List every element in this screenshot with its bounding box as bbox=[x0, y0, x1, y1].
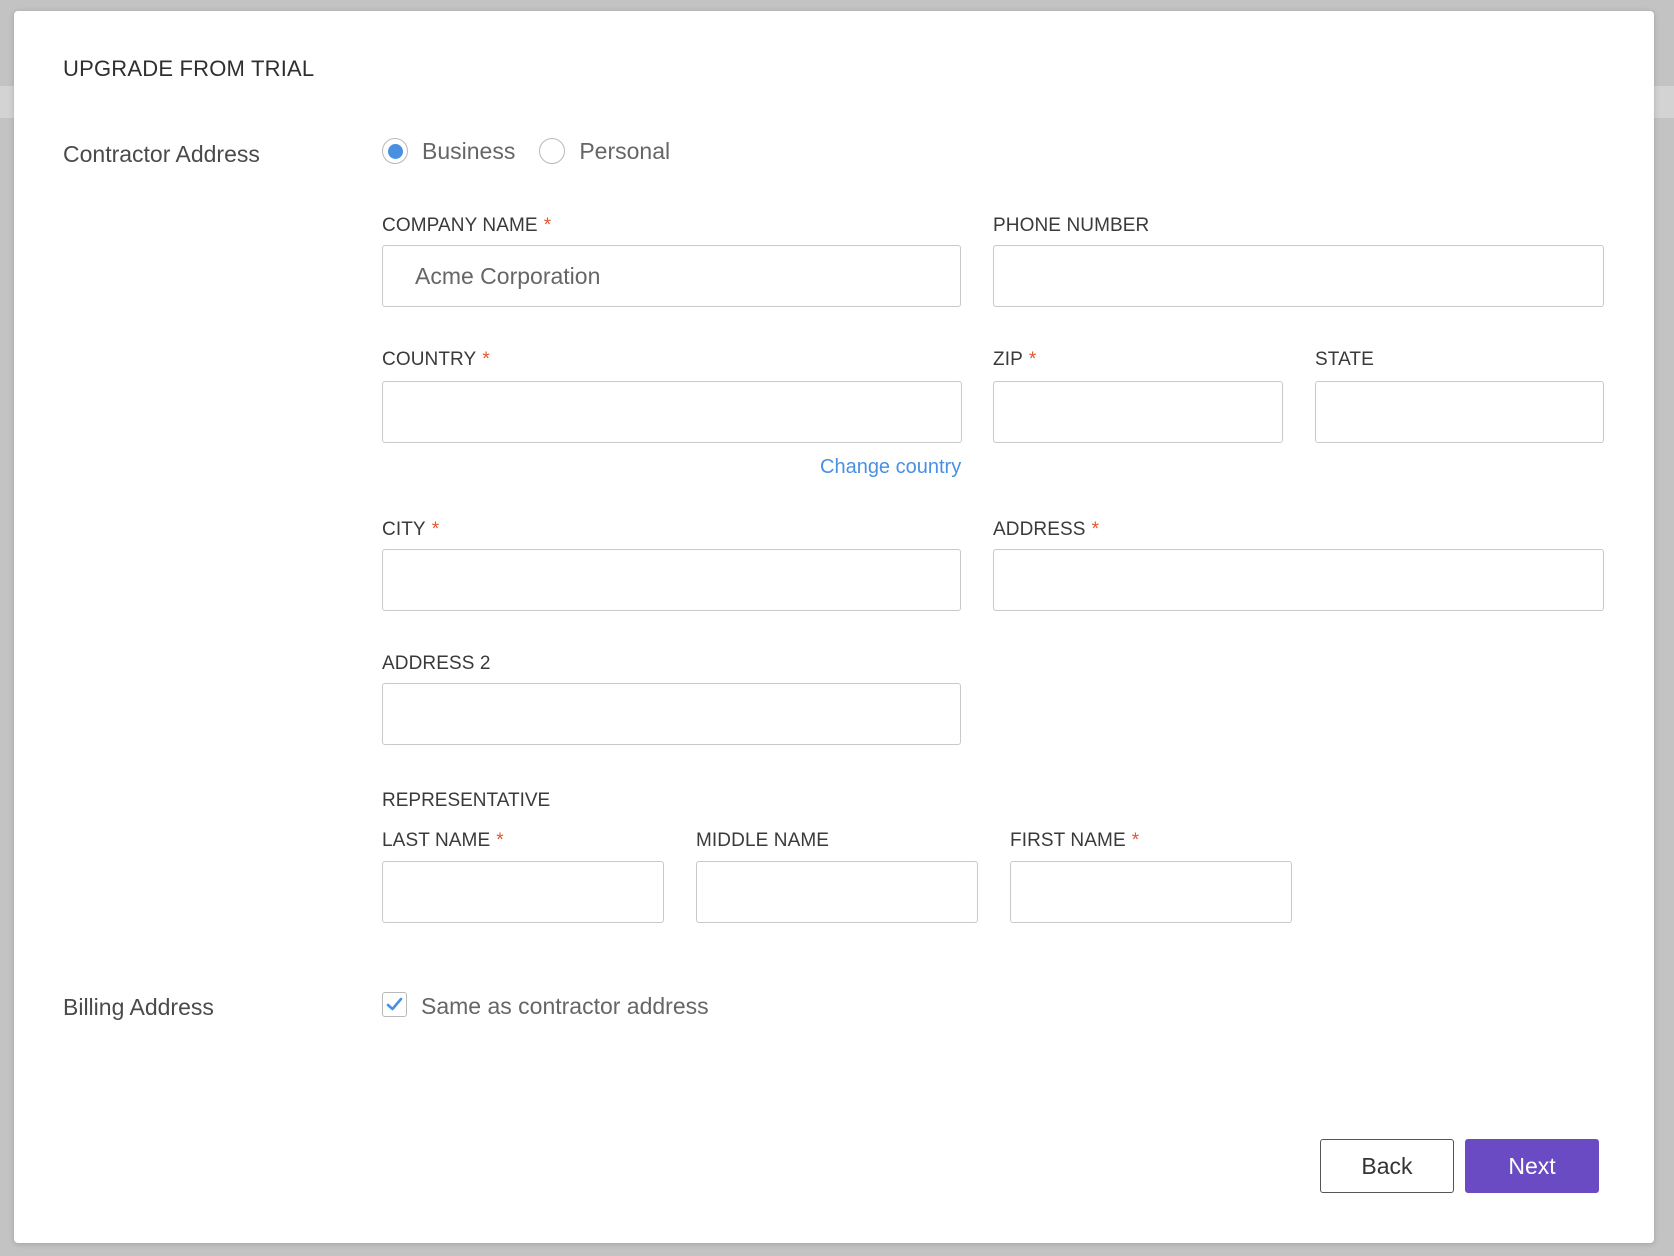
last-name-input[interactable] bbox=[382, 861, 664, 923]
country-label-text: COUNTRY bbox=[382, 349, 477, 370]
next-button[interactable]: Next bbox=[1465, 1139, 1599, 1193]
billing-address-label: Billing Address bbox=[63, 994, 214, 1020]
required-marker: * bbox=[482, 349, 490, 370]
city-label: CITY * bbox=[382, 519, 439, 541]
zip-label-text: ZIP bbox=[993, 349, 1023, 370]
address-label: ADDRESS * bbox=[993, 519, 1099, 541]
address-label-text: ADDRESS bbox=[993, 519, 1086, 540]
dialog-title: UPGRADE FROM TRIAL bbox=[63, 56, 315, 81]
country-input[interactable] bbox=[382, 381, 962, 443]
representative-heading: REPRESENTATIVE bbox=[382, 790, 551, 811]
country-label: COUNTRY * bbox=[382, 349, 490, 371]
contractor-address-label: Contractor Address bbox=[63, 141, 260, 167]
required-marker: * bbox=[1028, 349, 1037, 370]
address2-label: ADDRESS 2 bbox=[382, 653, 491, 674]
first-name-input[interactable] bbox=[1010, 861, 1292, 923]
first-name-label: FIRST NAME * bbox=[1010, 830, 1139, 852]
state-label: STATE bbox=[1315, 349, 1374, 370]
zip-input[interactable] bbox=[993, 381, 1283, 443]
address-input[interactable] bbox=[993, 549, 1604, 611]
company-name-label-text: COMPANY NAME bbox=[382, 215, 538, 236]
radio-personal-label: Personal bbox=[579, 137, 671, 164]
upgrade-dialog: UPGRADE FROM TRIAL Contractor Address Bu… bbox=[14, 11, 1654, 1243]
radio-business-circle[interactable] bbox=[382, 138, 408, 164]
radio-selected-dot bbox=[387, 143, 403, 159]
required-marker: * bbox=[496, 830, 504, 851]
radio-business-label: Business bbox=[422, 137, 516, 164]
phone-number-input[interactable] bbox=[993, 245, 1604, 307]
radio-personal-circle[interactable] bbox=[539, 138, 566, 164]
zip-label: ZIP * bbox=[993, 349, 1036, 371]
city-input[interactable] bbox=[382, 549, 961, 611]
required-marker: * bbox=[431, 519, 440, 540]
company-name-label: COMPANY NAME * bbox=[382, 215, 551, 237]
phone-number-label: PHONE NUMBER bbox=[993, 215, 1150, 236]
state-input[interactable] bbox=[1315, 381, 1604, 443]
change-country-link[interactable]: Change country bbox=[820, 456, 961, 479]
radio-business[interactable]: Business bbox=[382, 138, 515, 165]
last-name-label-text: LAST NAME bbox=[382, 830, 491, 851]
last-name-label: LAST NAME * bbox=[382, 830, 504, 852]
address-type-radio-group: Business Personal bbox=[382, 135, 694, 167]
required-marker: * bbox=[543, 215, 552, 236]
first-name-label-text: FIRST NAME bbox=[1010, 830, 1126, 851]
company-name-input[interactable] bbox=[382, 245, 961, 307]
city-label-text: CITY bbox=[382, 519, 426, 540]
address2-input[interactable] bbox=[382, 683, 961, 745]
checkmark-icon bbox=[386, 997, 403, 1011]
same-as-contractor-checkbox[interactable] bbox=[382, 992, 407, 1017]
radio-personal[interactable]: Personal bbox=[539, 138, 670, 165]
required-marker: * bbox=[1091, 519, 1100, 540]
required-marker: * bbox=[1131, 830, 1140, 851]
back-button[interactable]: Back bbox=[1320, 1139, 1454, 1193]
middle-name-label: MIDDLE NAME bbox=[696, 830, 830, 851]
middle-name-input[interactable] bbox=[696, 861, 978, 923]
same-as-contractor-label: Same as contractor address bbox=[421, 993, 709, 1019]
